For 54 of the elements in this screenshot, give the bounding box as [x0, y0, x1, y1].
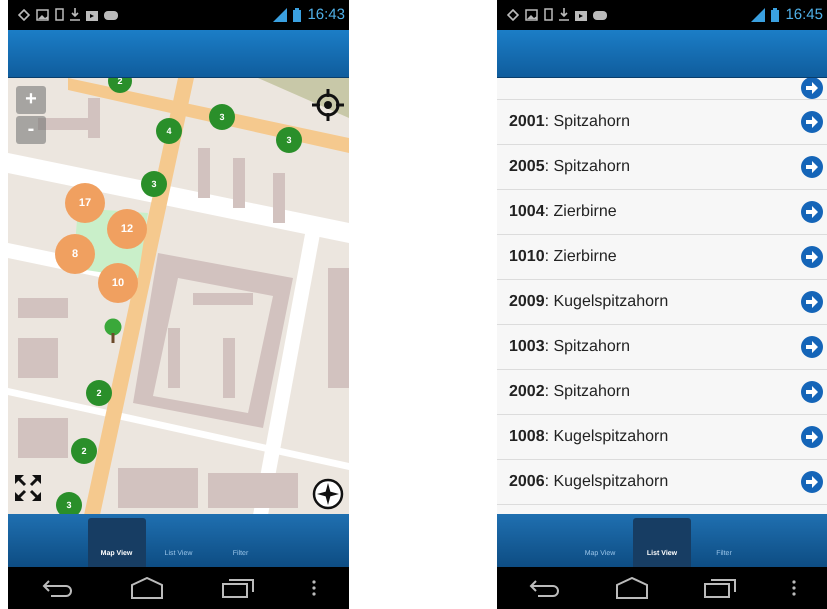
fullscreen-icon[interactable] [14, 474, 42, 502]
zoom-in-button[interactable]: + [16, 86, 46, 114]
arrow-right-icon[interactable] [801, 426, 823, 448]
tree-entry-text: 2002: Spitzahorn [509, 382, 631, 401]
phone-icon [544, 8, 553, 22]
image-icon [525, 8, 538, 21]
list-row[interactable] [497, 78, 827, 100]
arrow-right-icon[interactable] [801, 470, 823, 493]
signal-icon [273, 8, 288, 22]
arrow-right-icon[interactable] [801, 78, 823, 99]
back-icon[interactable] [40, 578, 73, 598]
arrow-right-icon[interactable] [801, 290, 823, 313]
tree-entry-text: 1010: Zierbirne [509, 248, 618, 266]
home-icon[interactable] [614, 577, 649, 600]
battery-icon [771, 8, 780, 22]
tree-entry-text: 2001: Spitzahorn [509, 112, 631, 131]
home-icon[interactable] [130, 577, 164, 600]
menu-icon[interactable] [792, 580, 796, 596]
recent-apps-icon[interactable] [221, 578, 256, 598]
tree-icon[interactable] [103, 318, 123, 344]
download-icon [70, 8, 80, 22]
arrow-right-icon[interactable] [801, 246, 823, 268]
tree-entry-text: 1004: Zierbirne [509, 202, 618, 221]
status-time: 16:43 [307, 6, 345, 24]
arrow-right-icon[interactable] [801, 200, 823, 223]
location-icon [507, 8, 519, 21]
location-icon [18, 8, 30, 21]
tree-entry-text: 2009: Kugelspitzahorn [509, 292, 670, 311]
tree-entry-text: 1003: Spitzahorn [509, 338, 631, 356]
building [233, 158, 245, 208]
recent-apps-icon[interactable] [703, 578, 738, 598]
building [273, 172, 285, 223]
map-view[interactable]: + - 2 4 3 3 3 17 12 8 10 2 2 3 [8, 78, 349, 514]
download-icon [559, 8, 569, 22]
building [198, 148, 210, 198]
image-icon [36, 8, 49, 21]
building [18, 298, 68, 318]
back-icon[interactable] [528, 578, 560, 598]
tree-entry-text: 1008: Kugelspitzahorn [509, 428, 670, 446]
building [18, 338, 58, 378]
building [18, 418, 68, 458]
arrow-right-icon[interactable] [801, 336, 823, 358]
arrow-right-icon[interactable] [801, 156, 823, 178]
arrow-right-icon[interactable] [801, 110, 823, 133]
tree-entry-text: 2006: Kugelspitzahorn [509, 472, 670, 491]
zoom-out-button[interactable]: - [16, 116, 46, 144]
arrow-right-icon[interactable] [801, 380, 823, 403]
menu-icon[interactable] [312, 580, 316, 596]
battery-icon [293, 8, 302, 22]
status-time: 16:45 [785, 6, 823, 24]
target-icon[interactable] [311, 88, 345, 122]
tree-entry-text: 2005: Spitzahorn [509, 158, 631, 176]
phone-icon [55, 8, 64, 22]
signal-icon [751, 8, 766, 22]
